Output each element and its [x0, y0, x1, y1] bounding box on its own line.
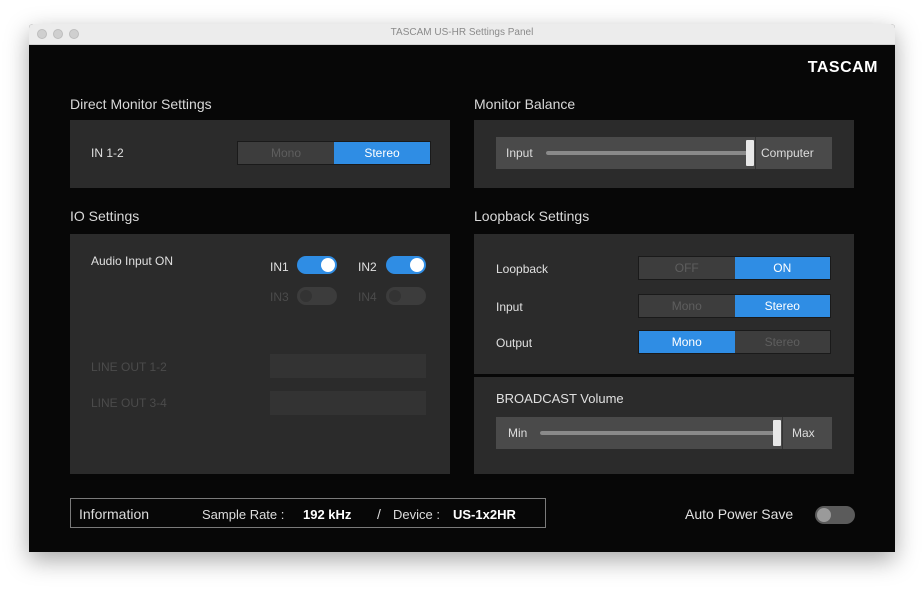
line-out-1-2-field — [270, 354, 426, 378]
monitor-balance-computer-label: Computer — [761, 146, 814, 160]
in4-label: IN4 — [358, 290, 377, 304]
loopback-panel: Loopback OFF ON Input Mono Stereo Output… — [474, 234, 854, 374]
monitor-balance-panel: Input Computer — [474, 120, 854, 188]
broadcast-volume-track — [540, 431, 778, 435]
direct-monitor-title: Direct Monitor Settings — [70, 96, 212, 112]
window-title: TASCAM US-HR Settings Panel — [390, 27, 534, 38]
tascam-logo: TASCAM — [807, 59, 878, 76]
in3-toggle — [297, 287, 337, 305]
loopback-output-stereo-button[interactable]: Stereo — [734, 331, 830, 353]
device-label: Device : — [393, 507, 440, 522]
monitor-balance-input-label: Input — [506, 146, 533, 160]
monitor-balance-track — [546, 151, 754, 155]
direct-monitor-stereo-button[interactable]: Stereo — [334, 142, 430, 164]
slider-divider — [782, 417, 783, 449]
auto-power-save-label: Auto Power Save — [685, 506, 794, 522]
broadcast-min-label: Min — [508, 426, 528, 440]
toggle-knob — [817, 508, 831, 522]
broadcast-volume-thumb[interactable] — [773, 420, 781, 446]
in4-toggle — [386, 287, 426, 305]
broadcast-volume-title: BROADCAST Volume — [496, 391, 624, 406]
monitor-balance-slider[interactable]: Input Computer — [496, 137, 832, 169]
toggle-knob — [410, 258, 424, 272]
in2-label: IN2 — [358, 260, 377, 274]
loopback-selector: OFF ON — [638, 256, 831, 280]
direct-monitor-mono-button[interactable]: Mono — [238, 142, 334, 164]
monitor-balance-title: Monitor Balance — [474, 96, 576, 112]
loopback-off-button[interactable]: OFF — [639, 257, 735, 279]
io-settings-panel: Audio Input ON IN1 IN2 IN3 IN4 LINE OUT … — [70, 234, 450, 474]
toggle-knob — [300, 290, 312, 302]
line-out-1-2-label: LINE OUT 1-2 — [91, 360, 167, 374]
in1-toggle[interactable] — [297, 256, 337, 274]
broadcast-volume-fill — [540, 431, 778, 435]
loopback-output-selector: Mono Stereo — [638, 330, 831, 354]
info-separator: / — [377, 506, 381, 522]
direct-monitor-mode-selector: Mono Stereo — [237, 141, 431, 165]
in1-label: IN1 — [270, 260, 289, 274]
device-value: US-1x2HR — [453, 507, 516, 522]
sample-rate-label: Sample Rate : — [202, 507, 285, 522]
broadcast-volume-panel: BROADCAST Volume Min Max — [474, 377, 854, 474]
monitor-balance-thumb[interactable] — [746, 140, 754, 166]
loopback-output-mono-button[interactable]: Mono — [639, 331, 735, 353]
in3-label: IN3 — [270, 290, 289, 304]
broadcast-max-label: Max — [792, 426, 815, 440]
loopback-input-label: Input — [496, 300, 523, 314]
in2-toggle[interactable] — [386, 256, 426, 274]
slider-divider — [755, 137, 756, 169]
io-settings-title: IO Settings — [70, 208, 140, 224]
broadcast-volume-slider[interactable]: Min Max — [496, 417, 832, 449]
information-bar: Information Sample Rate : 192 kHz / Devi… — [70, 498, 546, 528]
information-label: Information — [79, 506, 150, 522]
direct-monitor-panel: IN 1-2 Mono Stereo — [70, 120, 450, 188]
line-out-3-4-field — [270, 391, 426, 415]
toggle-knob — [321, 258, 335, 272]
sample-rate-value: 192 kHz — [303, 507, 352, 522]
audio-input-on-label: Audio Input ON — [91, 254, 174, 268]
title-bar: TASCAM US-HR Settings Panel — [29, 24, 895, 45]
loopback-input-mono-button[interactable]: Mono — [639, 295, 735, 317]
loopback-settings-title: Loopback Settings — [474, 208, 590, 224]
toggle-knob — [389, 290, 401, 302]
auto-power-save-toggle[interactable] — [815, 506, 855, 524]
direct-monitor-channel-label: IN 1-2 — [91, 146, 124, 160]
loopback-label: Loopback — [496, 262, 549, 276]
loopback-input-stereo-button[interactable]: Stereo — [734, 295, 830, 317]
line-out-3-4-label: LINE OUT 3-4 — [91, 396, 167, 410]
loopback-on-button[interactable]: ON — [734, 257, 830, 279]
loopback-output-label: Output — [496, 336, 533, 350]
settings-window: TASCAM US-HR Settings Panel TASCAM Direc… — [29, 24, 895, 552]
monitor-balance-fill — [546, 151, 754, 155]
loopback-input-selector: Mono Stereo — [638, 294, 831, 318]
